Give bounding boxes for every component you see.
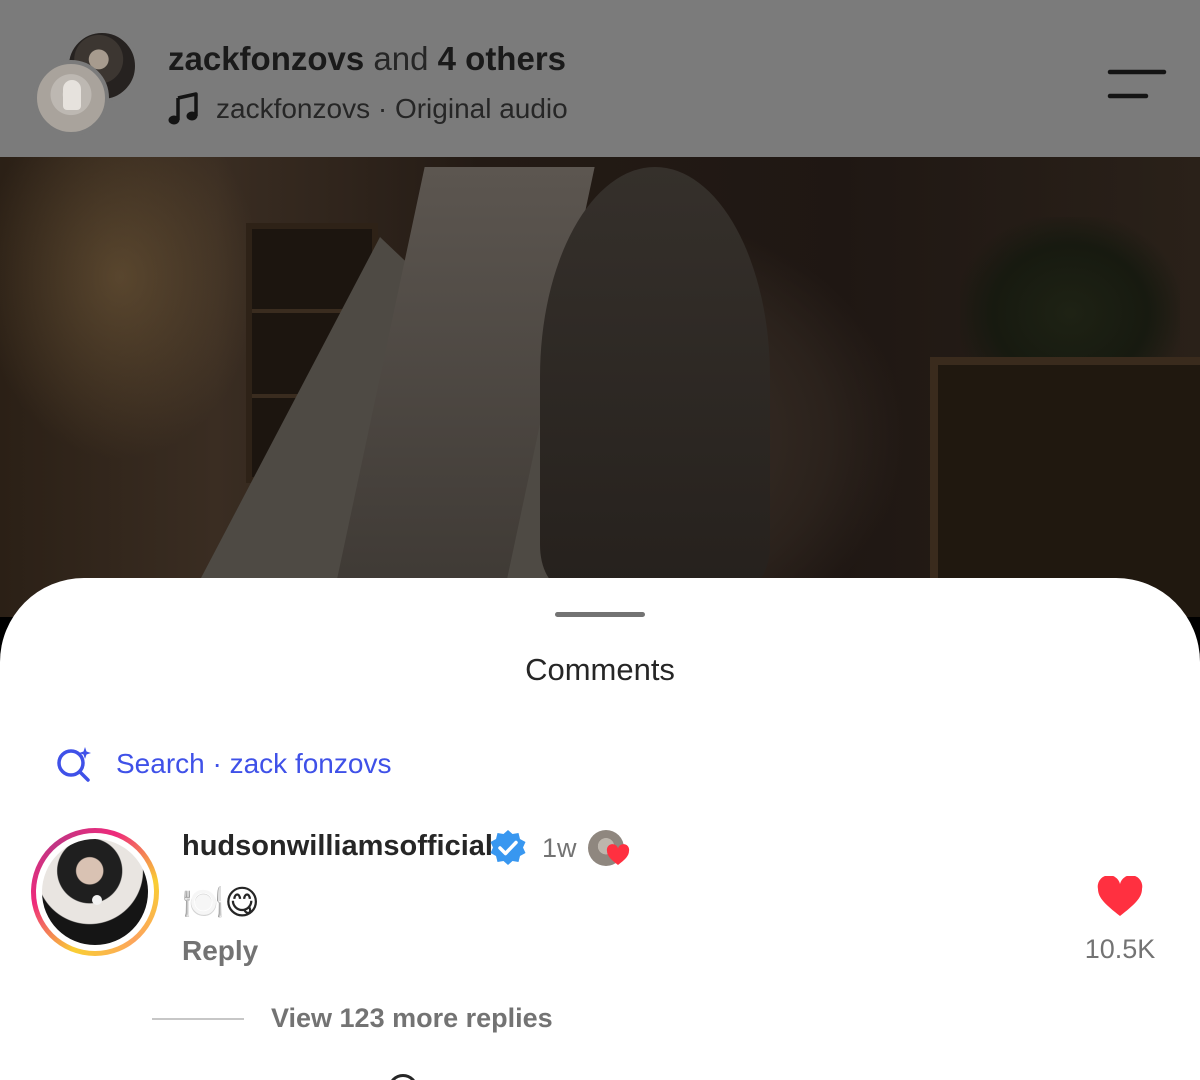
- view-replies-button[interactable]: View 123 more replies: [271, 1003, 553, 1034]
- ai-search-icon: [57, 747, 91, 782]
- heart-icon[interactable]: [1096, 876, 1144, 918]
- audio-attribution[interactable]: zackfonzovs · Original audio: [168, 92, 568, 126]
- replies-divider: [152, 1018, 244, 1020]
- author-username[interactable]: zackfonzovs: [168, 40, 364, 77]
- next-comment-avatar: [388, 1074, 418, 1080]
- comments-sheet: Comments Search · zack fonzovs hudsonwil…: [0, 578, 1200, 1080]
- comments-search[interactable]: Search · zack fonzovs: [54, 744, 391, 784]
- reel-video[interactable]: [0, 157, 1200, 617]
- creator-heart-icon: [606, 844, 630, 865]
- collaborator-avatar-secondary[interactable]: [33, 60, 109, 136]
- reel-author-title[interactable]: zackfonzovs and 4 others: [168, 40, 566, 78]
- audio-label: zackfonzovs · Original audio: [216, 93, 568, 124]
- others-link[interactable]: 4 others: [438, 40, 566, 77]
- comments-title: Comments: [525, 652, 675, 687]
- reel-header: zackfonzovs and 4 others zackfonzovs · O…: [0, 0, 1200, 157]
- commenter-username[interactable]: hudsonwilliamsofficial: [182, 830, 493, 863]
- comment-text: 🍽️😋: [182, 884, 260, 922]
- sheet-drag-handle[interactable]: [555, 612, 645, 617]
- reply-button[interactable]: Reply: [182, 935, 258, 967]
- commenter-avatar[interactable]: [31, 828, 159, 956]
- verified-badge-icon: [490, 830, 526, 865]
- comment-timestamp: 1w: [542, 833, 577, 863]
- title-and-text: and: [373, 40, 429, 77]
- like-count: 10.5K: [1084, 934, 1156, 964]
- music-note-icon: [168, 92, 198, 125]
- menu-icon[interactable]: [1106, 68, 1168, 102]
- search-label: Search · zack fonzovs: [116, 748, 392, 779]
